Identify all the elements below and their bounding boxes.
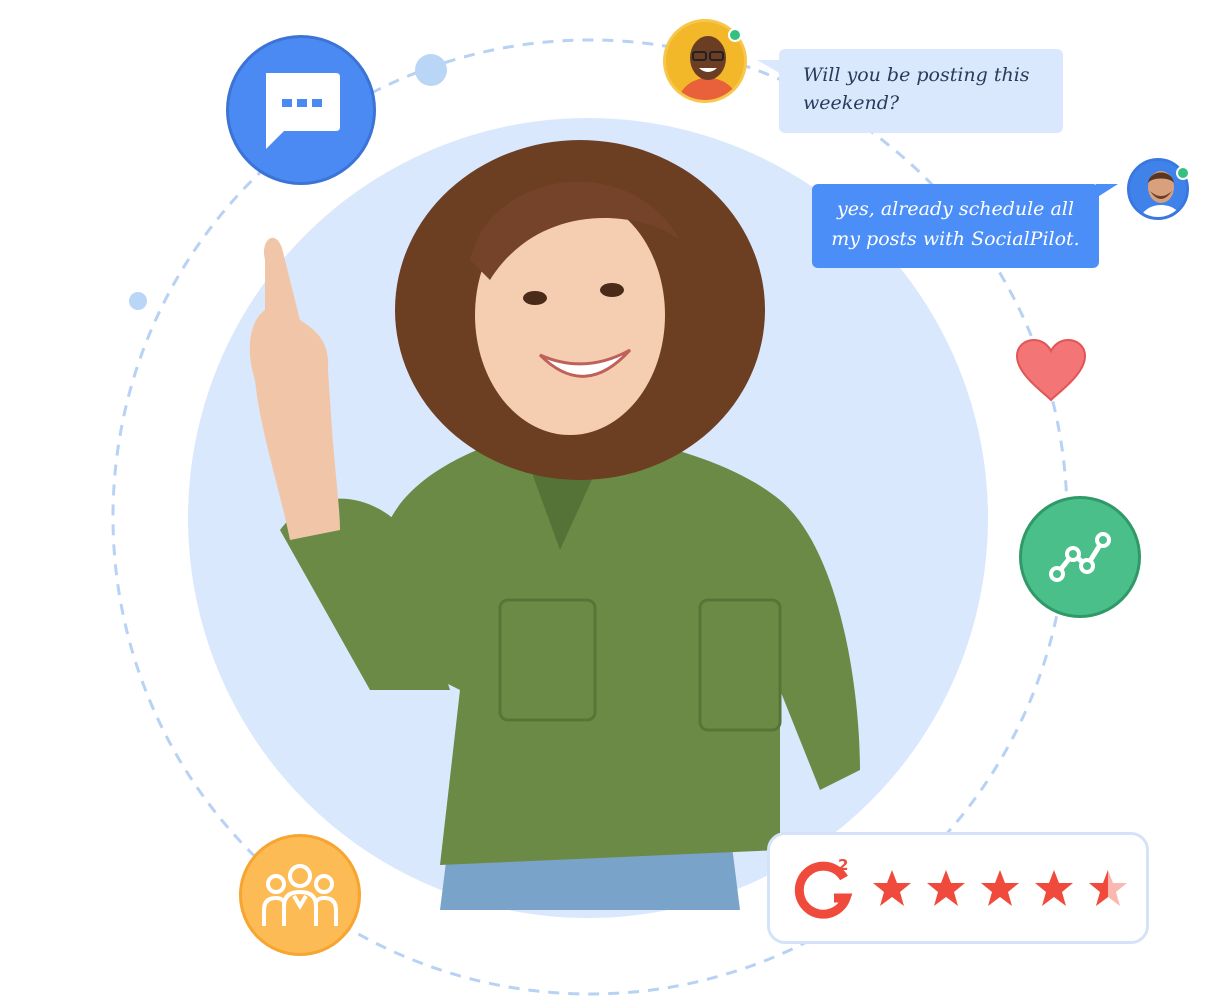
incoming-message-bubble: Will you be posting this weekend? xyxy=(779,49,1063,133)
star-icon xyxy=(873,870,911,906)
star-icon xyxy=(927,870,965,906)
svg-text:2: 2 xyxy=(838,856,848,874)
hero-illustration: Will you be posting this weekend? yes, a… xyxy=(0,0,1217,1004)
star-icon xyxy=(981,870,1019,906)
orbit-dot xyxy=(415,54,447,86)
star-icon xyxy=(1035,870,1073,906)
online-status-dot xyxy=(728,28,742,42)
bubble-tail xyxy=(757,60,781,74)
half-star-icon xyxy=(1089,870,1127,906)
g2-rating-card: 2 xyxy=(767,832,1149,944)
orbit-dot xyxy=(129,292,147,310)
reply-message-text: yes, already schedule all my posts with … xyxy=(831,198,1080,250)
reply-message-bubble: yes, already schedule all my posts with … xyxy=(812,184,1099,268)
star-rating xyxy=(872,869,1128,907)
incoming-message-text: Will you be posting this weekend? xyxy=(803,64,1030,114)
bubble-tail xyxy=(1096,184,1118,198)
team-icon xyxy=(239,834,361,956)
g2-logo-icon: 2 xyxy=(794,856,853,919)
online-status-dot xyxy=(1176,166,1190,180)
smiling-woman-photo xyxy=(249,140,860,910)
trend-line-icon xyxy=(1019,496,1141,618)
heart-icon xyxy=(1015,338,1087,402)
chat-bubble-icon xyxy=(226,35,376,185)
